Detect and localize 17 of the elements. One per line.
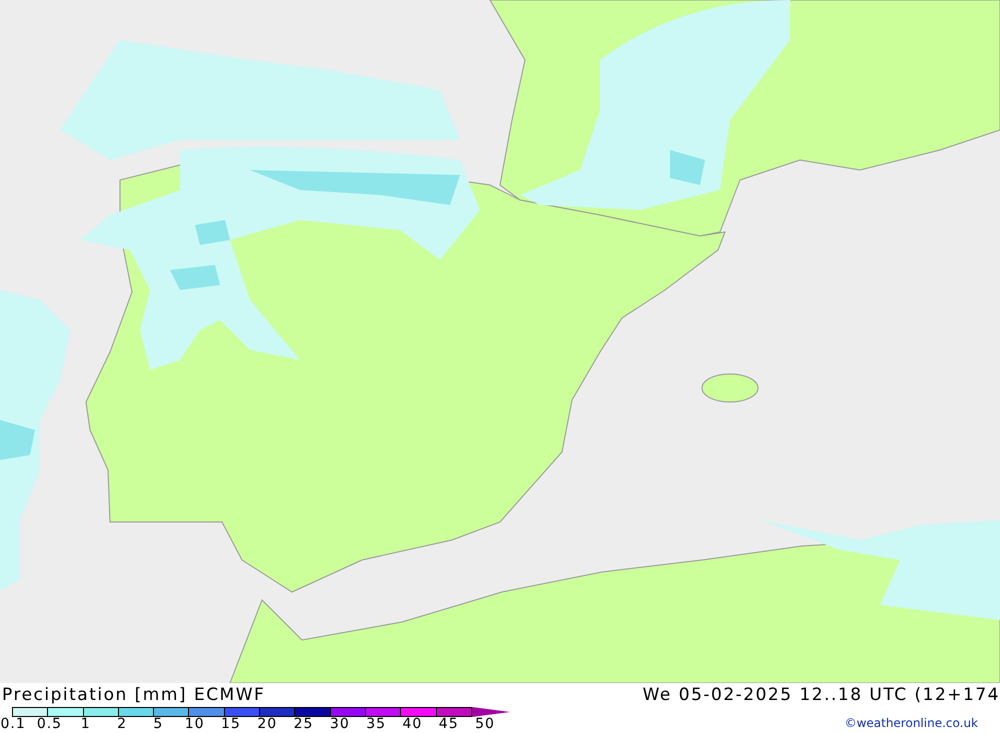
legend-label: 10	[184, 717, 206, 732]
legend-label: 15	[220, 717, 242, 732]
legend-label: 45	[438, 717, 460, 732]
legend-label: 25	[292, 717, 314, 732]
legend-label: 50	[474, 717, 496, 732]
legend-label: 1	[80, 717, 92, 732]
credit-link[interactable]: ©weatheronline.co.uk	[844, 716, 978, 730]
legend-label: 5	[152, 717, 164, 732]
legend-label: 20	[256, 717, 278, 732]
map-title: Precipitation [mm] ECMWF	[2, 685, 266, 705]
legend-label: 40	[402, 717, 424, 732]
legend-label: 0.1	[0, 717, 27, 732]
legend-label: 2	[116, 717, 128, 732]
valid-time: We 05-02-2025 12..18 UTC (12+174	[642, 685, 1000, 705]
legend-label: 35	[365, 717, 388, 732]
legend-label: 30	[328, 717, 351, 732]
legend-label: 0.5	[36, 717, 64, 732]
